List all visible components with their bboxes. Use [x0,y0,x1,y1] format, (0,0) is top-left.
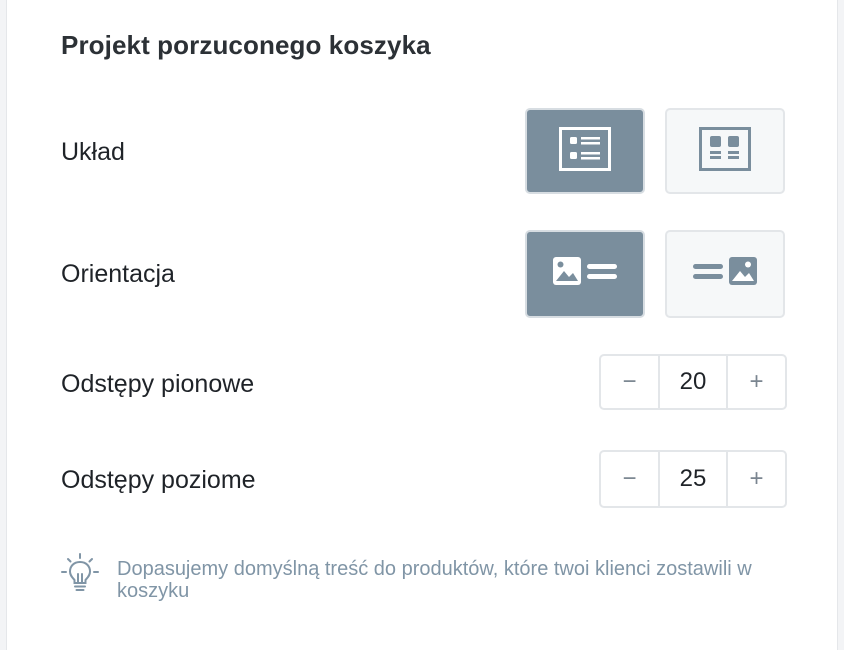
hint-text: Dopasujemy domyślną treść do produktów, … [117,558,752,602]
layout-label: Układ [61,138,125,166]
horizontal-spacing-label: Odstępy poziome [61,466,256,494]
list-layout-icon [559,126,611,176]
cart-design-panel: Projekt porzuconego koszyka Układ Orient… [6,0,838,650]
hint: Dopasujemy domyślną treść do produktów, … [59,552,757,602]
panel-title: Projekt porzuconego koszyka [61,30,431,60]
horizontal-spacing-decrement-button[interactable]: − [601,452,658,506]
image-left-icon [552,256,618,293]
vertical-spacing-increment-button[interactable]: + [728,356,785,408]
horizontal-spacing-increment-button[interactable]: + [728,452,785,506]
vertical-spacing-stepper: − 20 + [599,354,787,410]
vertical-spacing-decrement-button[interactable]: − [601,356,658,408]
layout-option-list[interactable] [525,108,645,194]
orientation-label: Orientacja [61,260,175,288]
image-right-icon [692,256,758,293]
lightbulb-icon [59,552,101,601]
layout-option-grid[interactable] [665,108,785,194]
vertical-spacing-label: Odstępy pionowe [61,370,255,398]
vertical-spacing-value[interactable]: 20 [658,356,728,408]
orientation-option-image-right[interactable] [665,230,785,318]
horizontal-spacing-stepper: − 25 + [599,450,787,508]
orientation-option-image-left[interactable] [525,230,645,318]
grid-layout-icon [699,126,751,176]
horizontal-spacing-value[interactable]: 25 [658,452,728,506]
